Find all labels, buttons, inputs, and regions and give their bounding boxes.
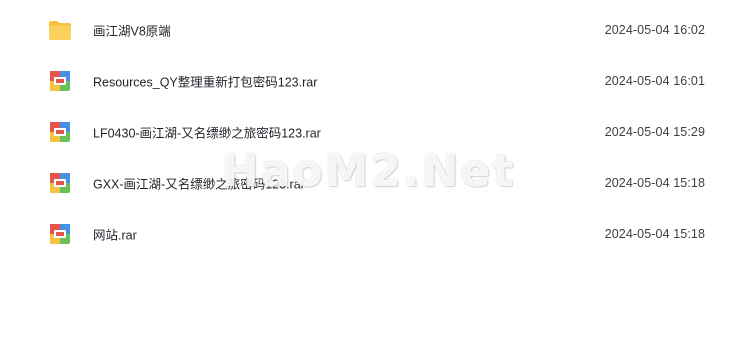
rar-archive-icon — [48, 120, 72, 144]
file-row[interactable]: 网站.rar 2024-05-04 15:18 — [0, 208, 743, 259]
file-modified-date: 2024-05-04 16:01 — [604, 73, 705, 88]
file-modified-date: 2024-05-04 15:18 — [604, 226, 705, 241]
rar-archive-icon — [48, 222, 72, 246]
file-modified-date: 2024-05-04 15:18 — [604, 175, 705, 190]
file-row[interactable]: LF0430-画江湖-又名缥缈之旅密码123.rar 2024-05-04 15… — [0, 106, 743, 157]
rar-archive-icon — [48, 69, 72, 93]
file-name: Resources_QY整理重新打包密码123.rar — [93, 75, 318, 89]
file-name: 网站.rar — [93, 228, 137, 242]
file-list: 画江湖V8原端 2024-05-04 16:02 Resources_QY整理重… — [0, 0, 743, 341]
file-row[interactable]: Resources_QY整理重新打包密码123.rar 2024-05-04 1… — [0, 55, 743, 106]
file-row[interactable]: GXX-画江湖-又名缥缈之旅密码123.rar 2024-05-04 15:18 — [0, 157, 743, 208]
file-modified-date: 2024-05-04 15:29 — [604, 124, 705, 139]
file-row[interactable]: 画江湖V8原端 2024-05-04 16:02 — [0, 4, 743, 55]
file-name: GXX-画江湖-又名缥缈之旅密码123.rar — [93, 177, 305, 191]
rar-archive-icon — [48, 171, 72, 195]
file-name: 画江湖V8原端 — [93, 24, 171, 38]
file-name: LF0430-画江湖-又名缥缈之旅密码123.rar — [93, 126, 321, 140]
file-modified-date: 2024-05-04 16:02 — [604, 22, 705, 37]
folder-icon — [48, 18, 72, 42]
